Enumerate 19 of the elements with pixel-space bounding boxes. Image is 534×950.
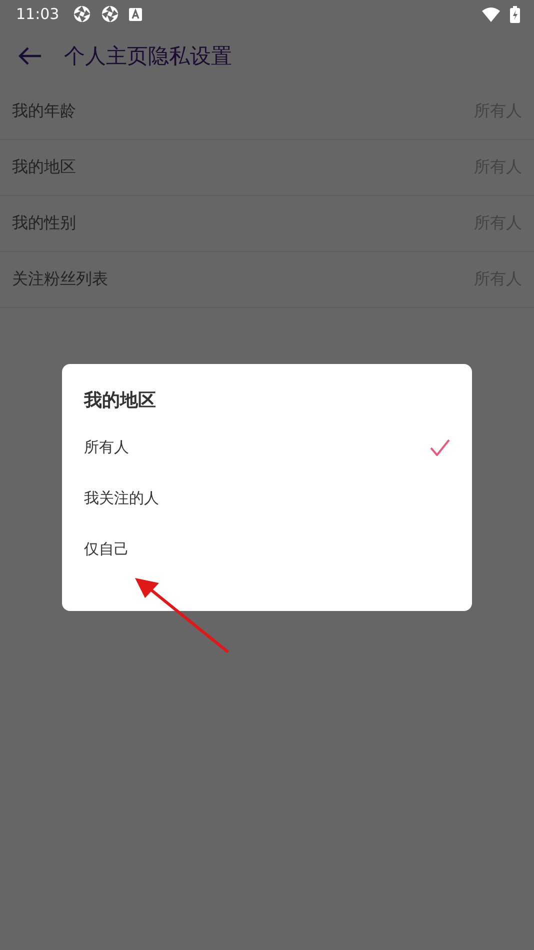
status-time: 11:03 [16, 5, 60, 23]
wifi-icon [482, 6, 500, 22]
setting-label: 我的性别 [12, 213, 76, 234]
setting-label: 我的地区 [12, 157, 76, 178]
setting-label: 关注粉丝列表 [12, 269, 108, 290]
dialog-option[interactable]: 所有人 [84, 422, 450, 473]
setting-label: 我的年龄 [12, 101, 76, 122]
back-arrow-icon[interactable] [18, 46, 42, 66]
font-icon [129, 8, 142, 20]
dialog-option[interactable]: 我关注的人 [84, 473, 450, 524]
battery-icon [510, 6, 520, 22]
option-label: 我关注的人 [84, 489, 159, 508]
option-label: 所有人 [84, 438, 129, 457]
option-label: 仅自己 [84, 540, 129, 559]
dialog-title: 我的地区 [84, 389, 157, 412]
dialog-option[interactable]: 仅自己 [84, 524, 450, 575]
page-title: 个人主页隐私设置 [64, 43, 232, 70]
aperture-icon [73, 5, 92, 23]
aperture-icon [101, 5, 120, 23]
